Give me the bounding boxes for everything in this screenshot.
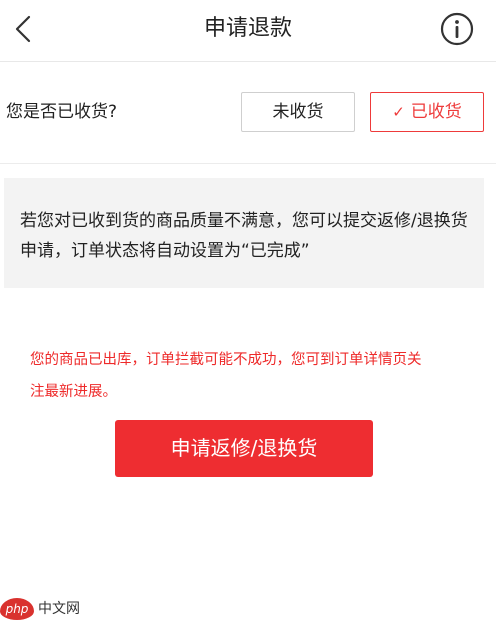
info-notice: 若您对已收到货的商品质量不满意，您可以提交返修/退换货申请，订单状态将自动设置为… — [4, 178, 484, 288]
not-received-button[interactable]: 未收货 — [241, 92, 355, 132]
receipt-status-row: 您是否已收货? 未收货 ✓ 已收货 — [0, 62, 496, 164]
received-button[interactable]: ✓ 已收货 — [370, 92, 484, 132]
check-icon: ✓ — [392, 103, 405, 121]
notice-text: 若您对已收到货的商品质量不满意，您可以提交返修/退换货申请，订单状态将自动设置为… — [20, 211, 468, 261]
received-label: 已收货 — [410, 102, 462, 122]
watermark-text: 中文网 — [38, 601, 80, 617]
page-title: 申请退款 — [203, 16, 292, 41]
warning-message: 您的商品已出库，订单拦截可能不成功，您可到订单详情页关注最新进展。 — [30, 352, 422, 400]
watermark-logo: php — [0, 598, 34, 620]
apply-return-exchange-button[interactable]: 申请返修/退换货 — [115, 420, 373, 477]
info-icon[interactable] — [440, 12, 474, 46]
receipt-question: 您是否已收货? — [6, 102, 118, 122]
not-received-label: 未收货 — [272, 102, 324, 122]
nav-bar: 申请退款 — [0, 0, 496, 62]
